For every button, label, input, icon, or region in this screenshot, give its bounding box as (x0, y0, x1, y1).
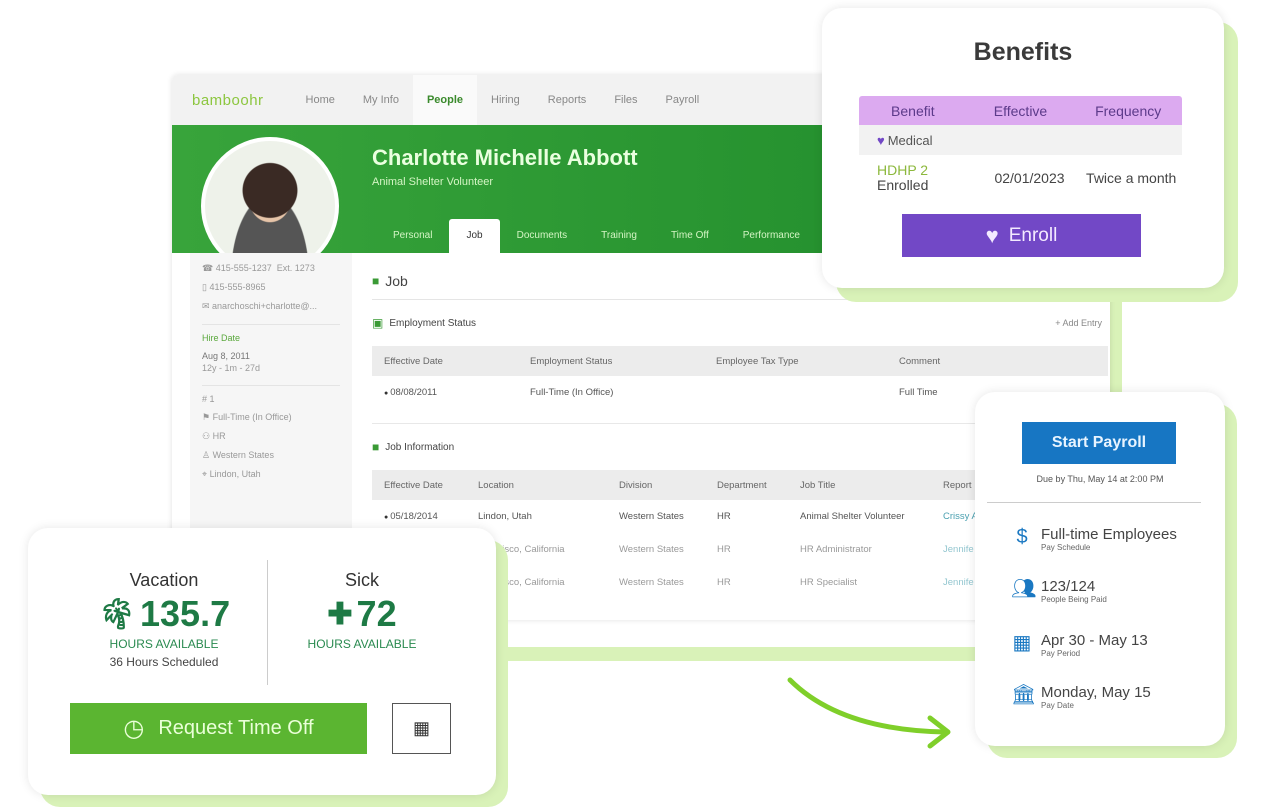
heart-icon: ♥ (877, 132, 885, 148)
due-date: Due by Thu, May 14 at 2:00 PM (1036, 474, 1164, 484)
people-icon: 👥︎ (1011, 578, 1037, 600)
division-icon: ♙ (202, 450, 213, 460)
bandage-icon: ✚ (327, 597, 353, 631)
heart-pulse-icon: ♥ (985, 222, 999, 248)
table-header: Effective Date Employment Status Employee … (372, 346, 1108, 376)
people-being-paid: 👥︎ 123/124 People Being Paid (1011, 578, 1107, 604)
logo: bamboohr (192, 91, 264, 109)
nav-my-info[interactable]: My Info (349, 75, 413, 125)
tab-personal[interactable]: Personal (376, 219, 449, 253)
tab-time-off[interactable]: Time Off (654, 219, 726, 253)
tab-documents[interactable]: Documents (500, 219, 585, 253)
calculator-icon: ▦ (412, 718, 430, 738)
enroll-button[interactable]: ♥ Enroll (902, 214, 1141, 257)
table-row[interactable]: HDHP 2 Enrolled 02/01/2023 Twice a month (859, 155, 1182, 201)
arrow-decoration (787, 677, 951, 749)
nav-reports[interactable]: Reports (534, 75, 601, 125)
add-entry-link[interactable]: + Add Entry (1055, 318, 1102, 328)
start-payroll-button[interactable]: Start Payroll (1022, 422, 1176, 464)
calculator-button[interactable]: ▦ (392, 703, 451, 754)
request-time-off-button[interactable]: ◷ Request Time Off (70, 703, 367, 754)
phone-icon: ☎ (202, 263, 216, 273)
benefit-category: ♥ Medical (859, 125, 1182, 155)
status-icon: ⚑ (202, 412, 213, 422)
department-icon: ⚇ (202, 431, 213, 441)
employee-name: Charlotte Michelle Abbott (372, 145, 638, 170)
nav-home[interactable]: Home (292, 75, 349, 125)
tenure: 12y - 1m - 27d (202, 363, 261, 373)
division: ♙ Western States (202, 450, 274, 460)
payroll-card: Start Payroll Due by Thu, May 14 at 2:00… (975, 392, 1225, 746)
benefits-title: Benefits (973, 38, 1073, 66)
mobile-phone: ▯ 415-555-8965 (202, 282, 266, 292)
clock-icon: ◷ (123, 715, 145, 742)
profile-tabs: Personal Job Documents Training Time Off… (376, 219, 817, 253)
time-off-card: Vacation 🌴︎ 135.7 HOURS AVAILABLE 36 Hour… (28, 528, 496, 795)
pay-period: ▦ Apr 30 - May 13 Pay Period (1012, 632, 1148, 658)
vacation-balance: Vacation 🌴︎ 135.7 HOURS AVAILABLE 36 Hour… (97, 570, 231, 669)
work-phone: ☎ 415-555-1237 Ext. 1273 (202, 263, 315, 273)
divider (202, 385, 340, 386)
location: ⌖ Lindon, Utah (202, 469, 261, 479)
id-card-icon: ▣ (372, 316, 384, 330)
hash-icon: # (202, 394, 210, 404)
nav-hiring[interactable]: Hiring (477, 75, 534, 125)
table-header: Benefit Effective Frequency (859, 96, 1182, 125)
benefits-card: Benefits Benefit Effective Frequency ♥ Medi… (822, 8, 1224, 288)
hire-date-label: Hire Date (202, 333, 241, 343)
pay-schedule: $ Full-time Employees Pay Schedule (1011, 526, 1176, 552)
palm-tree-icon: 🌴︎ (97, 597, 136, 631)
sick-balance: Sick ✚ 72 HOURS AVAILABLE (307, 570, 417, 651)
tab-job[interactable]: Job (449, 219, 500, 253)
nav-files[interactable]: Files (600, 75, 651, 125)
tab-training[interactable]: Training (584, 219, 654, 253)
benefits-table: Benefit Effective Frequency ♥ Medical HDHP … (859, 96, 1182, 201)
nav-people[interactable]: People (412, 75, 478, 125)
employment-status: ⚑ Full-Time (In Office) (202, 412, 292, 422)
pay-date: 🏛︎ Monday, May 15 Pay Date (1011, 684, 1151, 710)
department: ⚇ HR (202, 431, 226, 441)
calendar-icon: ▦ (1012, 632, 1032, 654)
calendar-dollar-icon: $ (1016, 526, 1028, 548)
employment-status-heading: ▣ Employment Status + Add Entry (372, 316, 1102, 330)
briefcase-icon: ■ (372, 274, 380, 288)
employee-title: Animal Shelter Volunteer (372, 176, 494, 188)
location-icon: ⌖ (202, 469, 210, 479)
profile-sidebar: ☎ 415-555-1237 Ext. 1273 ▯ 415-555-8965 … (190, 253, 352, 553)
email[interactable]: ✉ anarchoschi+charlotte@... (202, 301, 340, 312)
hire-date: Aug 8, 2011 (202, 351, 250, 361)
email-icon: ✉ (202, 301, 213, 311)
divider (202, 324, 340, 325)
divider (987, 502, 1201, 503)
bank-icon: 🏛︎ (1011, 684, 1037, 706)
nav-payroll[interactable]: Payroll (652, 75, 714, 125)
tab-performance[interactable]: Performance (726, 219, 817, 253)
briefcase-icon: ■ (372, 440, 380, 454)
employee-number: # 1 (202, 394, 215, 404)
